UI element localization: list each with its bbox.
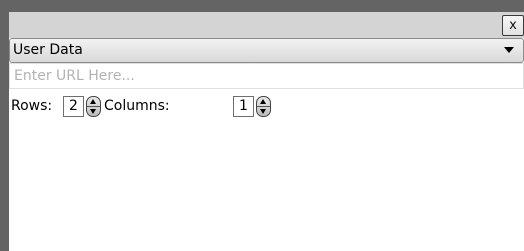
panel-titlebar: x (9, 12, 524, 38)
columns-value-field[interactable]: 1 (233, 96, 254, 117)
arrow-up-icon[interactable] (87, 97, 100, 107)
columns-stepper[interactable] (256, 96, 271, 117)
close-button[interactable]: x (502, 15, 524, 36)
panel-frame: x User Data Rows: 2 Columns: 1 (0, 0, 524, 251)
arrow-up-icon[interactable] (257, 97, 270, 107)
grid-size-controls: Rows: 2 Columns: 1 (9, 94, 524, 120)
rows-stepper[interactable] (86, 96, 101, 117)
rows-value-field[interactable]: 2 (63, 96, 84, 117)
data-source-selected: User Data (13, 42, 83, 58)
data-source-dropdown[interactable]: User Data (9, 38, 524, 63)
rows-label: Rows: (11, 98, 53, 114)
chevron-down-icon (504, 47, 514, 53)
url-input[interactable] (9, 63, 524, 89)
arrow-down-icon[interactable] (87, 107, 100, 116)
columns-label: Columns: (104, 98, 170, 114)
arrow-down-icon[interactable] (257, 107, 270, 116)
